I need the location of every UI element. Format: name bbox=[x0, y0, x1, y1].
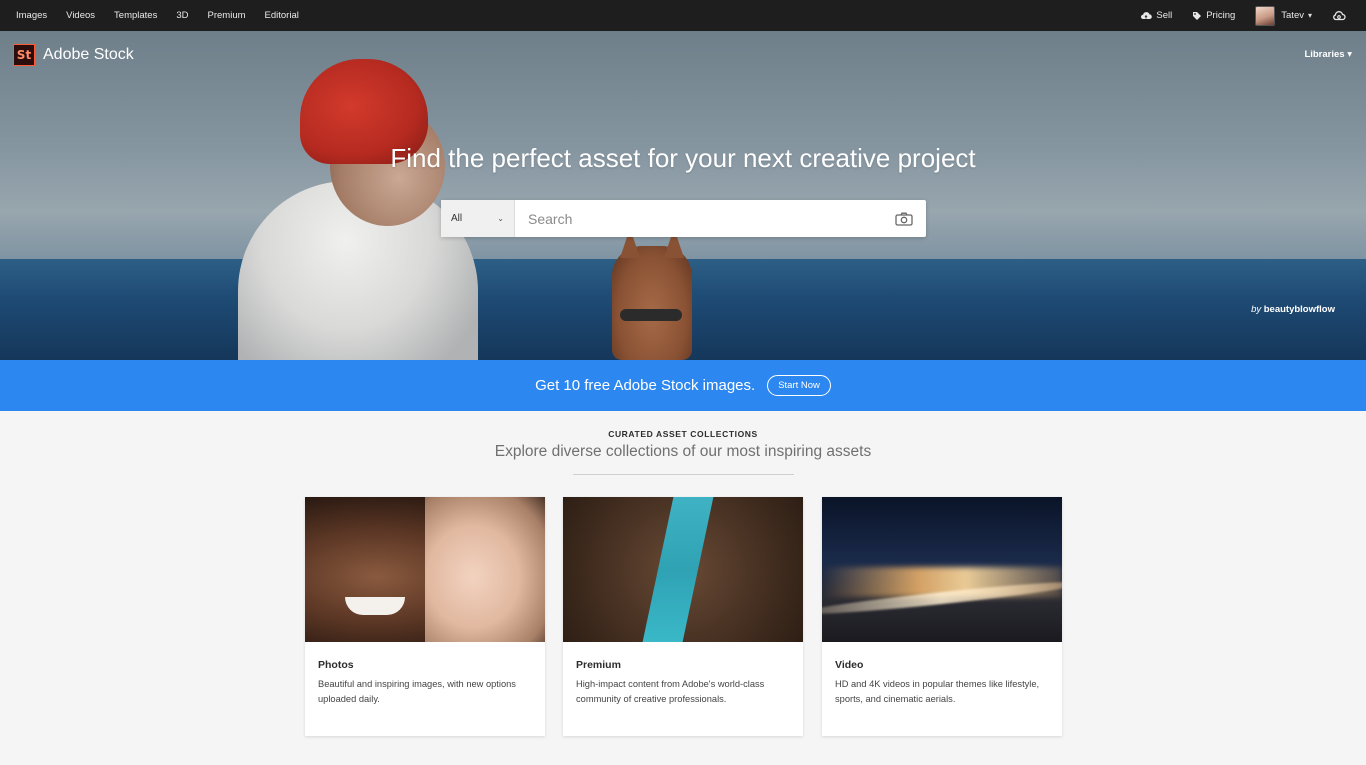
card-title: Premium bbox=[576, 659, 621, 671]
brand-name: Adobe Stock bbox=[43, 46, 134, 63]
libraries-label: Libraries bbox=[1304, 49, 1345, 60]
top-navigation-bar: Images Videos Templates 3D Premium Edito… bbox=[0, 0, 1366, 31]
card-title: Photos bbox=[318, 659, 354, 671]
hero-banner: St Adobe Stock Libraries ▾ Find the perf… bbox=[0, 31, 1366, 360]
nav-templates[interactable]: Templates bbox=[114, 10, 157, 21]
nav-images[interactable]: Images bbox=[16, 10, 47, 21]
creative-cloud-button[interactable] bbox=[1332, 10, 1350, 21]
cloud-upload-icon bbox=[1141, 11, 1153, 19]
chevron-down-icon: ⌄ bbox=[497, 214, 504, 223]
start-now-button[interactable]: Start Now bbox=[767, 375, 831, 396]
credit-name: beautyblowflow bbox=[1263, 304, 1335, 315]
nav-premium[interactable]: Premium bbox=[208, 10, 246, 21]
section-subtitle: Explore diverse collections of our most … bbox=[494, 443, 872, 460]
sell-link[interactable]: Sell bbox=[1140, 10, 1172, 21]
user-menu[interactable]: Tatev ▾ bbox=[1255, 5, 1312, 26]
premium-thumbnail-river bbox=[642, 497, 714, 642]
nav-3d[interactable]: 3D bbox=[176, 10, 188, 21]
user-name: Tatev bbox=[1281, 10, 1304, 21]
nav-editorial[interactable]: Editorial bbox=[265, 10, 299, 21]
section-kicker: CURATED ASSET COLLECTIONS bbox=[608, 429, 758, 439]
pricing-link[interactable]: Pricing bbox=[1192, 10, 1235, 21]
chevron-down-icon: ▾ bbox=[1307, 11, 1312, 20]
promo-banner: Get 10 free Adobe Stock images. Start No… bbox=[0, 360, 1366, 411]
sell-label: Sell bbox=[1156, 10, 1173, 21]
libraries-menu[interactable]: Libraries ▾ bbox=[1304, 49, 1352, 60]
adobe-stock-logo: St bbox=[13, 44, 35, 66]
nav-videos[interactable]: Videos bbox=[66, 10, 95, 21]
card-description: Beautiful and inspiring images, with new… bbox=[318, 679, 516, 704]
section-divider bbox=[573, 474, 794, 475]
card-title: Video bbox=[835, 659, 864, 671]
photos-thumbnail-face bbox=[425, 497, 545, 642]
camera-icon bbox=[895, 212, 913, 226]
pricing-label: Pricing bbox=[1206, 10, 1236, 21]
asset-type-value: All bbox=[451, 213, 463, 224]
creative-cloud-icon bbox=[1333, 10, 1346, 20]
photo-credit[interactable]: by beautyblowflow bbox=[1251, 304, 1335, 315]
hero-dog-collar bbox=[620, 309, 682, 321]
brand-link[interactable]: St Adobe Stock bbox=[13, 44, 134, 66]
collection-card-video[interactable]: Video HD and 4K videos in popular themes… bbox=[822, 497, 1062, 736]
chevron-down-icon: ▾ bbox=[1347, 49, 1352, 60]
account-nav: Sell Pricing Tatev ▾ bbox=[1120, 5, 1366, 26]
search-input[interactable] bbox=[515, 200, 882, 237]
photos-thumbnail bbox=[305, 497, 545, 642]
premium-thumbnail bbox=[563, 497, 803, 642]
card-description: High-impact content from Adobe's world-c… bbox=[576, 679, 765, 704]
primary-nav: Images Videos Templates 3D Premium Edito… bbox=[0, 10, 318, 21]
card-description: HD and 4K videos in popular themes like … bbox=[835, 679, 1040, 704]
credit-by: by bbox=[1251, 304, 1262, 315]
hero-dog bbox=[612, 228, 692, 360]
asset-type-select[interactable]: All ⌄ bbox=[441, 200, 515, 237]
visual-search-button[interactable] bbox=[882, 200, 926, 237]
hero-headline: Find the perfect asset for your next cre… bbox=[390, 143, 976, 173]
collection-card-photos[interactable]: Photos Beautiful and inspiring images, w… bbox=[305, 497, 545, 736]
photos-thumbnail-smile bbox=[345, 597, 405, 615]
promo-text: Get 10 free Adobe Stock images. bbox=[535, 377, 756, 394]
collection-card-premium[interactable]: Premium High-impact content from Adobe's… bbox=[563, 497, 803, 736]
video-thumbnail bbox=[822, 497, 1062, 642]
tag-icon bbox=[1193, 11, 1202, 20]
avatar bbox=[1255, 5, 1276, 26]
search-bar: All ⌄ bbox=[441, 200, 926, 237]
